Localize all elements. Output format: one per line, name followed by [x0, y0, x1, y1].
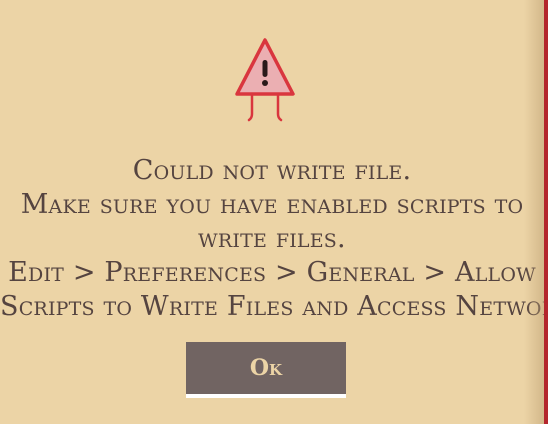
ok-button[interactable]: Ok [186, 342, 346, 398]
window-edge [544, 0, 548, 424]
preferences-path-line: Scripts to Write Files and Access Networ… [0, 291, 548, 322]
preferences-path-line: Edit > Preferences > General > Allow [8, 257, 536, 288]
error-dialog: Could not write file. Make sure you have… [0, 0, 548, 424]
error-message-line: write files. [198, 223, 346, 254]
error-message-line: Could not write file. [132, 155, 412, 186]
warning-triangle-icon [235, 38, 295, 122]
error-message-line: Make sure you have enabled scripts to [20, 189, 524, 220]
window-edge-shadow [524, 0, 544, 424]
